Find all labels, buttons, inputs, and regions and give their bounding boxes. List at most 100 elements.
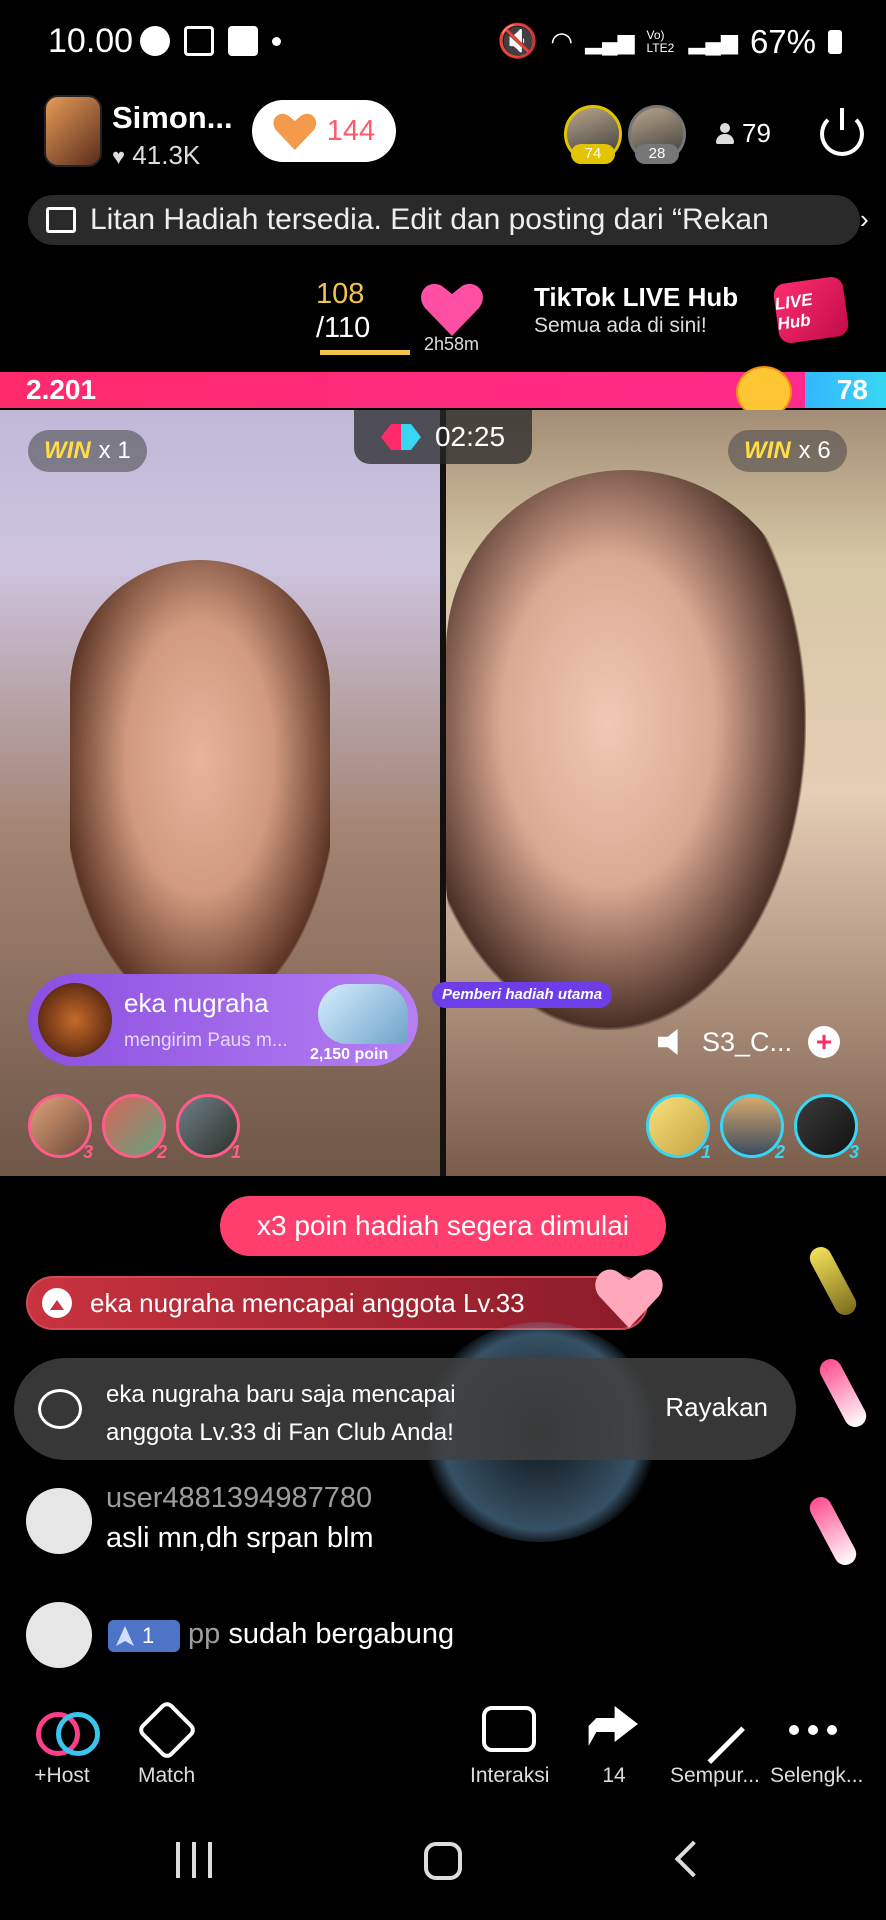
top-viewer-avatar[interactable]: 74 bbox=[564, 105, 622, 164]
heart-icon: ♥ bbox=[112, 144, 126, 169]
more-label: Selengk... bbox=[770, 1764, 864, 1787]
more-button[interactable]: Selengk... bbox=[770, 1706, 863, 1788]
join-username[interactable]: pp bbox=[188, 1618, 220, 1650]
wifi-icon: ◠ bbox=[550, 26, 574, 56]
side-effect-stick bbox=[805, 1493, 861, 1569]
follow-opponent-button[interactable]: + bbox=[808, 1026, 841, 1058]
top-viewer-avatar[interactable]: 28 bbox=[628, 105, 686, 164]
comment-username[interactable]: user4881394987780 bbox=[106, 1482, 372, 1515]
bonus-points-text: x3 poin hadiah segera dimulai bbox=[256, 1210, 630, 1241]
ticker-text: Litan Hadiah tersedia. Edit dan posting … bbox=[90, 203, 769, 236]
goal-target: /110 bbox=[316, 312, 371, 344]
host-avatar[interactable] bbox=[44, 95, 102, 167]
win-count: x 1 bbox=[98, 437, 131, 464]
fan-club-message-line: eka nugraha baru saja mencapai bbox=[106, 1381, 456, 1408]
goal-heart-icon[interactable] bbox=[420, 280, 484, 336]
viewer-count[interactable]: 79 bbox=[716, 118, 771, 149]
share-icon bbox=[586, 1706, 642, 1754]
live-hub-logo[interactable]: LIVE Hub bbox=[772, 275, 850, 345]
host-video-image bbox=[70, 560, 330, 1000]
enhance-button[interactable]: Sempur... bbox=[670, 1696, 760, 1788]
interaction-label: Interaksi bbox=[470, 1764, 550, 1787]
interaction-icon bbox=[481, 1706, 538, 1754]
rank-number: 1 bbox=[700, 1142, 711, 1162]
viewer-count-value: 79 bbox=[742, 118, 771, 148]
fan-club-message-line: anggota Lv.33 di Fan Club Anda! bbox=[106, 1419, 454, 1446]
live-screen: 10.00 🔇 ◠ ▂▄▆ Vo) LTE2 ▂▄▆ 67% Simon... … bbox=[0, 0, 886, 1920]
live-hub-title[interactable]: TikTok LIVE Hub bbox=[534, 282, 738, 313]
bonus-points-banner: x3 poin hadiah segera dimulai bbox=[220, 1196, 666, 1256]
opponent-name[interactable]: S3_C... bbox=[702, 1027, 792, 1058]
more-notifications-dot-icon bbox=[272, 36, 281, 46]
live-hub-subtitle: Semua ada di sini! bbox=[534, 314, 707, 337]
rank-number: 2 bbox=[156, 1142, 167, 1162]
top-gifter-avatar[interactable]: 2 bbox=[102, 1094, 167, 1162]
more-icon bbox=[788, 1706, 845, 1754]
interaction-button[interactable]: Interaksi bbox=[470, 1706, 549, 1788]
mute-icon: 🔇 bbox=[497, 22, 539, 59]
chevron-right-icon[interactable]: › bbox=[860, 204, 869, 235]
follow-like-button[interactable]: 144 bbox=[252, 100, 396, 162]
network-label: Vo) LTE2 bbox=[646, 27, 675, 55]
match-button[interactable]: Match bbox=[135, 1698, 198, 1788]
gift-points: 2,150 poin bbox=[310, 1046, 389, 1063]
battery-icon bbox=[828, 29, 842, 54]
gift-notification[interactable]: eka nugraha mengirim Paus m... 2,150 poi… bbox=[28, 974, 418, 1066]
battery-level: 67% bbox=[749, 22, 816, 60]
megaphone-icon bbox=[46, 207, 76, 233]
win-label: WIN bbox=[744, 437, 791, 464]
goal-current: 108 bbox=[316, 278, 365, 310]
opponent-video-right[interactable] bbox=[446, 410, 886, 1176]
check-notification-icon bbox=[228, 26, 258, 56]
app-notification-icon bbox=[140, 26, 170, 56]
gift-message: mengirim Paus m... bbox=[124, 1030, 288, 1051]
right-battle-score: 78 bbox=[836, 374, 868, 405]
goal-time-left: 2h58m bbox=[424, 334, 480, 354]
recent-apps-icon[interactable] bbox=[176, 1842, 212, 1878]
top-gifter-tag: Pemberi hadiah utama bbox=[432, 982, 613, 1008]
opponent-info[interactable]: S3_C... + bbox=[658, 1026, 841, 1058]
back-icon[interactable] bbox=[674, 1840, 712, 1878]
add-host-button[interactable]: +Host bbox=[34, 1706, 100, 1788]
home-icon[interactable] bbox=[424, 1842, 462, 1880]
member-level-text: eka nugraha mencapai anggota Lv.33 bbox=[90, 1287, 525, 1318]
share-button[interactable]: 14 bbox=[586, 1706, 642, 1788]
joiner-avatar[interactable] bbox=[26, 1602, 92, 1668]
left-win-streak-badge: WIN x 1 bbox=[28, 430, 147, 472]
like-count: 144 bbox=[326, 114, 376, 147]
notification-icons bbox=[140, 26, 281, 56]
fan-club-heart-icon bbox=[38, 1389, 82, 1429]
join-message: pp sudah bergabung bbox=[188, 1618, 454, 1651]
viewer-badge: 28 bbox=[635, 144, 679, 164]
heart-icon bbox=[273, 112, 317, 150]
user-level: 1 bbox=[142, 1623, 155, 1648]
add-host-icon bbox=[34, 1706, 100, 1756]
host-likes-count: 41.3K bbox=[132, 140, 201, 170]
rank-number: 1 bbox=[230, 1142, 241, 1162]
announcement-ticker[interactable]: Litan Hadiah tersedia. Edit dan posting … bbox=[28, 195, 860, 245]
signal-icon: ▂▄▆ bbox=[585, 28, 635, 54]
end-live-power-icon[interactable] bbox=[820, 108, 864, 156]
person-icon bbox=[716, 122, 734, 145]
top-gifter-avatar[interactable]: 3 bbox=[28, 1094, 93, 1162]
opponent-gifter-avatar[interactable]: 1 bbox=[646, 1094, 711, 1162]
battle-timer: 02:25 bbox=[354, 410, 532, 464]
celebrate-button[interactable]: Rayakan bbox=[665, 1392, 768, 1423]
win-label: WIN bbox=[44, 437, 91, 464]
fan-club-message: eka nugraha baru saja mencapai anggota L… bbox=[106, 1376, 546, 1452]
enhance-label: Sempur... bbox=[670, 1764, 760, 1787]
opponent-gifter-avatar[interactable]: 2 bbox=[720, 1094, 785, 1162]
commenter-avatar[interactable] bbox=[26, 1488, 92, 1554]
speaker-icon[interactable] bbox=[658, 1029, 678, 1055]
opponent-gifter-avatar[interactable]: 3 bbox=[794, 1094, 859, 1162]
add-host-label: +Host bbox=[34, 1764, 90, 1787]
host-likes: ♥ 41.3K bbox=[112, 140, 200, 171]
goal-progress-bar bbox=[320, 350, 410, 355]
battle-timer-value: 02:25 bbox=[434, 421, 506, 452]
top-gifter-avatar[interactable]: 1 bbox=[176, 1094, 241, 1162]
status-right: 🔇 ◠ ▂▄▆ Vo) LTE2 ▂▄▆ 67% bbox=[497, 22, 842, 61]
opponent-video-image bbox=[446, 470, 806, 1030]
host-name[interactable]: Simon... bbox=[112, 100, 233, 136]
match-icon bbox=[135, 1698, 198, 1762]
join-text: sudah bergabung bbox=[228, 1618, 455, 1650]
